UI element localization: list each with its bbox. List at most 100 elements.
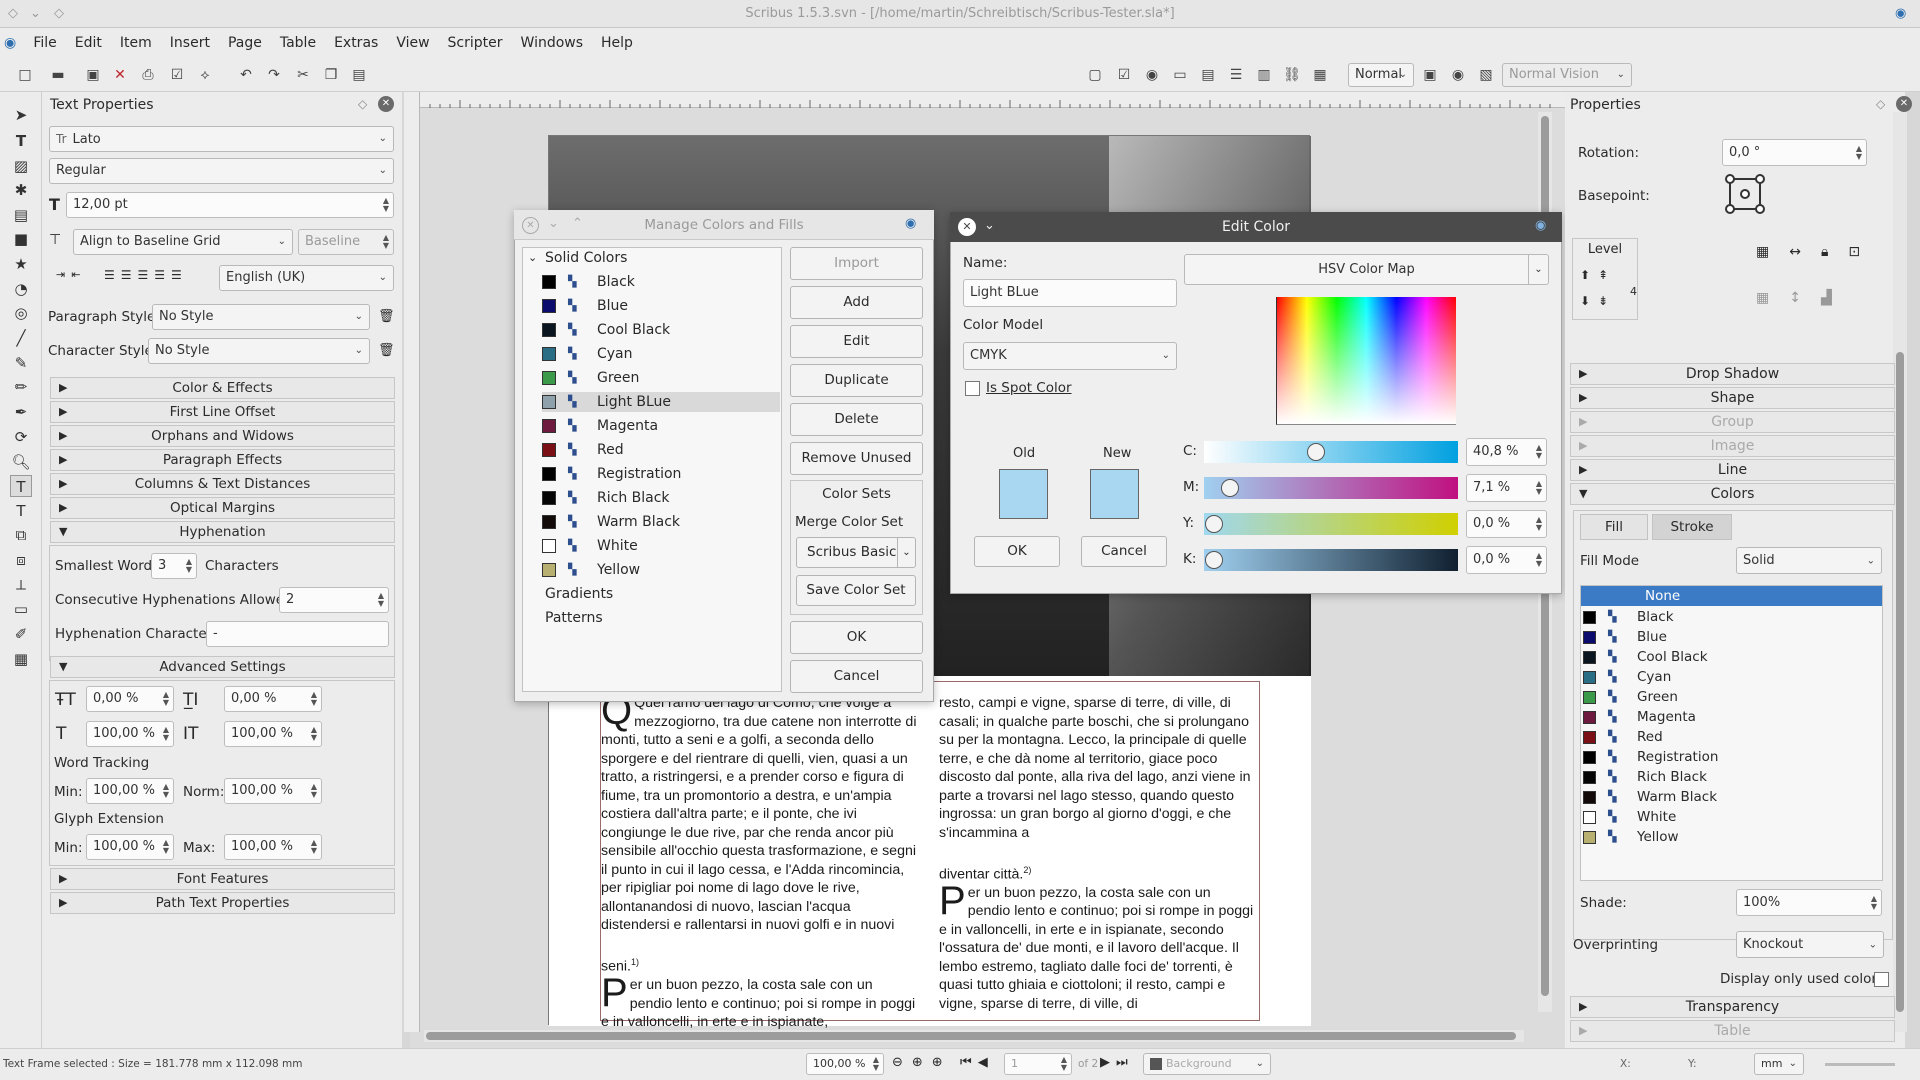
edit-color-ok-button[interactable]: OK bbox=[974, 536, 1060, 567]
unit-select[interactable]: mm ⌄ bbox=[1754, 1053, 1804, 1075]
fill-color-item[interactable]: ▚ Red bbox=[1583, 727, 1663, 747]
section-drop-shadow[interactable]: ▶ Drop Shadow bbox=[1570, 363, 1895, 385]
float-panel-icon[interactable]: ◇ bbox=[358, 97, 367, 111]
trash-icon[interactable]: 🗑︎ bbox=[378, 309, 395, 324]
close-icon[interactable]: ✕ bbox=[522, 217, 539, 234]
eyedropper-icon[interactable]: ✐ bbox=[10, 623, 32, 645]
undo-icon[interactable]: ↶ bbox=[236, 66, 256, 84]
remove-unused-button[interactable]: Remove Unused bbox=[790, 442, 923, 475]
zoom-field[interactable]: 100,00 % ▲ ▼ bbox=[806, 1053, 884, 1075]
level-up-buttons[interactable]: ⬆⇞ bbox=[1580, 268, 1616, 282]
section-columns-text-distances[interactable]: ▶ Columns & Text Distances bbox=[50, 473, 395, 495]
color-list-item[interactable]: ▚ Blue bbox=[542, 296, 780, 316]
text-tool-icon[interactable]: T bbox=[10, 130, 32, 152]
scrollbar-thumb[interactable] bbox=[426, 1032, 1516, 1040]
open-icon[interactable]: ▬ bbox=[48, 66, 68, 84]
baseline-align-select[interactable]: Align to Baseline Grid ⌄ bbox=[73, 229, 293, 255]
spiral-tool-icon[interactable]: ◎ bbox=[10, 302, 32, 324]
channel-slider[interactable] bbox=[1204, 441, 1458, 463]
spot-color-label[interactable]: Is Spot Color bbox=[986, 380, 1072, 396]
zoom-buttons[interactable]: ⊖⊕⊕ bbox=[892, 1055, 952, 1070]
group-buttons[interactable]: ▦↕▟ bbox=[1756, 290, 1852, 306]
fill-color-item[interactable]: ▚ White bbox=[1583, 807, 1676, 827]
hyphenation-char-field[interactable]: - bbox=[206, 621, 389, 647]
measure-tool-icon[interactable]: ⟂ bbox=[10, 574, 32, 596]
preview-mode-select[interactable]: Normal ⌄ bbox=[1348, 63, 1414, 87]
copy-icon[interactable]: ❐ bbox=[321, 66, 341, 84]
freehand-tool-icon[interactable]: ✏ bbox=[10, 376, 32, 398]
slider-handle[interactable] bbox=[1205, 551, 1223, 569]
menu-edit[interactable]: Edit bbox=[66, 28, 111, 58]
glyph-max-field[interactable]: 100,00 % ▲ ▼ bbox=[224, 834, 322, 860]
language-select[interactable]: English (UK) ⌄ bbox=[219, 265, 394, 291]
fill-color-item[interactable]: ▚ Cyan bbox=[1583, 667, 1671, 687]
section-first-line-offset[interactable]: ▶ First Line Offset bbox=[50, 401, 395, 423]
bezier-tool-icon[interactable]: ✎ bbox=[10, 352, 32, 374]
font-family-select[interactable]: Tr Lato ⌄ bbox=[49, 126, 394, 152]
text-annotation-icon[interactable]: ▥ bbox=[1254, 66, 1274, 84]
text-frame-icon[interactable]: ▢ bbox=[1085, 66, 1105, 84]
chevron-down-icon[interactable]: ⌄ bbox=[548, 216, 559, 231]
font-features-section[interactable]: ▶ Font Features bbox=[50, 868, 395, 890]
color-name-input[interactable]: Light BLue bbox=[963, 279, 1177, 307]
arc-tool-icon[interactable]: ◔ bbox=[10, 278, 32, 300]
color-list-item[interactable]: ▚ Black bbox=[542, 272, 780, 292]
word-min-field[interactable]: 100,00 % ▲ ▼ bbox=[86, 778, 174, 804]
spot-color-checkbox[interactable] bbox=[965, 381, 980, 396]
menu-extras[interactable]: Extras bbox=[325, 28, 387, 58]
print-icon[interactable]: ⎙ bbox=[138, 66, 158, 84]
list-icon[interactable]: ☰ bbox=[1226, 66, 1246, 84]
fill-mode-select[interactable]: Solid ⌄ bbox=[1736, 547, 1882, 574]
slider-handle[interactable] bbox=[1221, 479, 1240, 497]
new-document-icon[interactable]: □ bbox=[15, 66, 35, 84]
render-tool-icon[interactable]: ✱ bbox=[10, 179, 32, 201]
color-list-item[interactable]: ▚ Light BLue bbox=[542, 392, 780, 412]
edit-text-tool-icon[interactable]: T bbox=[10, 475, 32, 497]
cut-icon[interactable]: ✂ bbox=[293, 66, 313, 84]
copy-properties-icon[interactable]: ▭ bbox=[10, 598, 32, 620]
chevron-down-icon[interactable]: ⌄ bbox=[984, 218, 995, 233]
section-orphans-and-widows[interactable]: ▶ Orphans and Widows bbox=[50, 425, 395, 447]
channel-value-field[interactable]: 0,0 % ▲ ▼ bbox=[1466, 510, 1547, 538]
character-style-select[interactable]: No Style ⌄ bbox=[148, 338, 370, 364]
menu-table[interactable]: Table bbox=[271, 28, 325, 58]
section-optical-margins[interactable]: ▶ Optical Margins bbox=[50, 497, 395, 519]
image-icon[interactable]: ▦ bbox=[1310, 66, 1330, 84]
select-tool-icon[interactable]: ➤ bbox=[10, 104, 32, 126]
fill-color-item[interactable]: ▚ Magenta bbox=[1583, 707, 1696, 727]
channel-value-field[interactable]: 40,8 % ▲ ▼ bbox=[1466, 438, 1547, 466]
menu-file[interactable]: File bbox=[24, 28, 65, 58]
fill-color-item[interactable]: ▚ Registration bbox=[1583, 747, 1718, 767]
color-list-item[interactable]: ▚ Warm Black bbox=[542, 512, 780, 532]
hyphenation-section[interactable]: ▼ Hyphenation bbox=[50, 521, 395, 543]
scale-height-field[interactable]: 100,00 % ▲ ▼ bbox=[224, 721, 322, 747]
paste-icon[interactable]: ▤ bbox=[349, 66, 369, 84]
table-section[interactable]: ▶ Table bbox=[1570, 1020, 1895, 1042]
close-document-icon[interactable]: ✕ bbox=[110, 66, 130, 84]
tab-stroke[interactable]: Stroke bbox=[1652, 514, 1732, 540]
glyph-min-field[interactable]: 100,00 % ▲ ▼ bbox=[86, 834, 174, 860]
path-text-section[interactable]: ▶ Path Text Properties bbox=[50, 892, 395, 914]
colors-section[interactable]: ▼ Colors bbox=[1570, 483, 1895, 505]
slider-handle[interactable] bbox=[1306, 443, 1325, 461]
basepoint-selector[interactable] bbox=[1725, 174, 1765, 214]
alignment-buttons[interactable]: ☰☰☰☰☰ bbox=[104, 268, 188, 282]
close-icon[interactable]: ✕ bbox=[1896, 96, 1912, 112]
line-tool-icon[interactable]: ╱ bbox=[10, 327, 32, 349]
section-group[interactable]: ▶ Group bbox=[1570, 411, 1895, 433]
hsv-color-map[interactable] bbox=[1276, 297, 1456, 425]
transparency-section[interactable]: ▶ Transparency bbox=[1570, 996, 1895, 1018]
pdf-tools-icon[interactable]: ▦ bbox=[10, 648, 32, 670]
baseline-field[interactable]: Baseline ▲ ▼ bbox=[298, 229, 394, 255]
channel-slider[interactable] bbox=[1204, 549, 1458, 571]
smallest-word-field[interactable]: 3 ▲ ▼ bbox=[151, 553, 197, 579]
tracking-field[interactable]: 0,00 % ▲ ▼ bbox=[86, 686, 174, 712]
channel-slider[interactable] bbox=[1204, 477, 1458, 499]
redo-icon[interactable]: ↷ bbox=[264, 66, 284, 84]
menu-scripter[interactable]: Scripter bbox=[439, 28, 512, 58]
trash-icon[interactable]: 🗑︎ bbox=[378, 343, 395, 358]
keep-above-icon[interactable]: ◇ bbox=[54, 0, 64, 28]
color-list-item[interactable]: ▚ White bbox=[542, 536, 780, 556]
menu-help[interactable]: Help bbox=[592, 28, 642, 58]
direction-buttons[interactable]: ⇥⇤ bbox=[56, 268, 86, 281]
